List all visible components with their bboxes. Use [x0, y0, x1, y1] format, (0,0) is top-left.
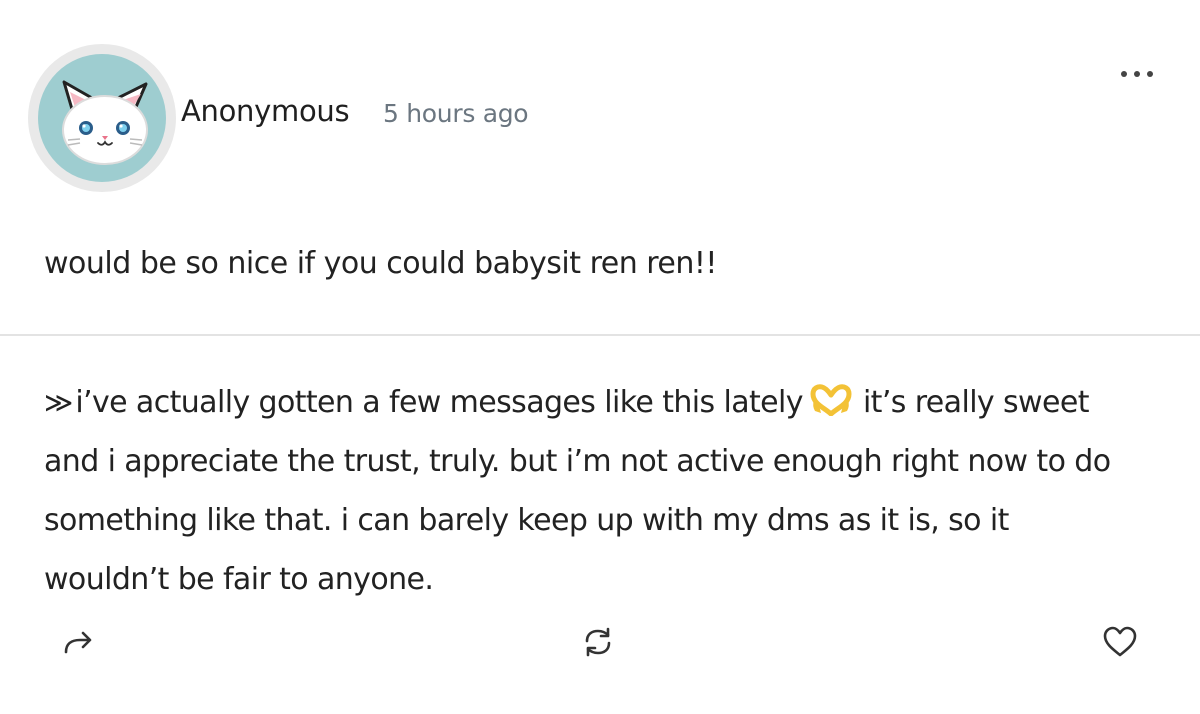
post-timestamp: 5 hours ago — [383, 99, 529, 128]
heart-hands-emoji — [810, 384, 852, 416]
share-arrow-icon — [64, 631, 92, 654]
avatar[interactable] — [28, 44, 176, 192]
ask-question-text: would be so nice if you could babysit re… — [44, 246, 717, 281]
answer-text: ≫ i’ve actually gotten a few messages lik… — [44, 373, 1164, 609]
repost-button[interactable] — [578, 622, 618, 662]
answer-line2: and i appreciate the trust, truly. but i… — [44, 444, 1111, 479]
heart-icon — [1103, 626, 1137, 657]
share-button[interactable] — [58, 622, 98, 662]
author-name[interactable]: Anonymous — [181, 94, 350, 128]
more-options-button[interactable] — [1110, 56, 1160, 92]
answer-line1-start: i’ve actually gotten a few messages like… — [75, 385, 803, 420]
answer-line4: wouldn’t be fair to anyone. — [44, 562, 434, 597]
answer-line3: something like that. i can barely keep u… — [44, 503, 1009, 538]
post-header: Anonymous 5 hours ago — [0, 0, 1200, 200]
like-button[interactable] — [1100, 622, 1140, 662]
cat-avatar-icon — [38, 54, 166, 182]
answer-line1-end: it’s really sweet — [862, 385, 1090, 420]
double-chevron-right-icon: ≫ — [44, 386, 73, 419]
repost-icon — [585, 627, 611, 657]
more-options-icon — [1121, 71, 1153, 77]
divider — [0, 334, 1200, 336]
